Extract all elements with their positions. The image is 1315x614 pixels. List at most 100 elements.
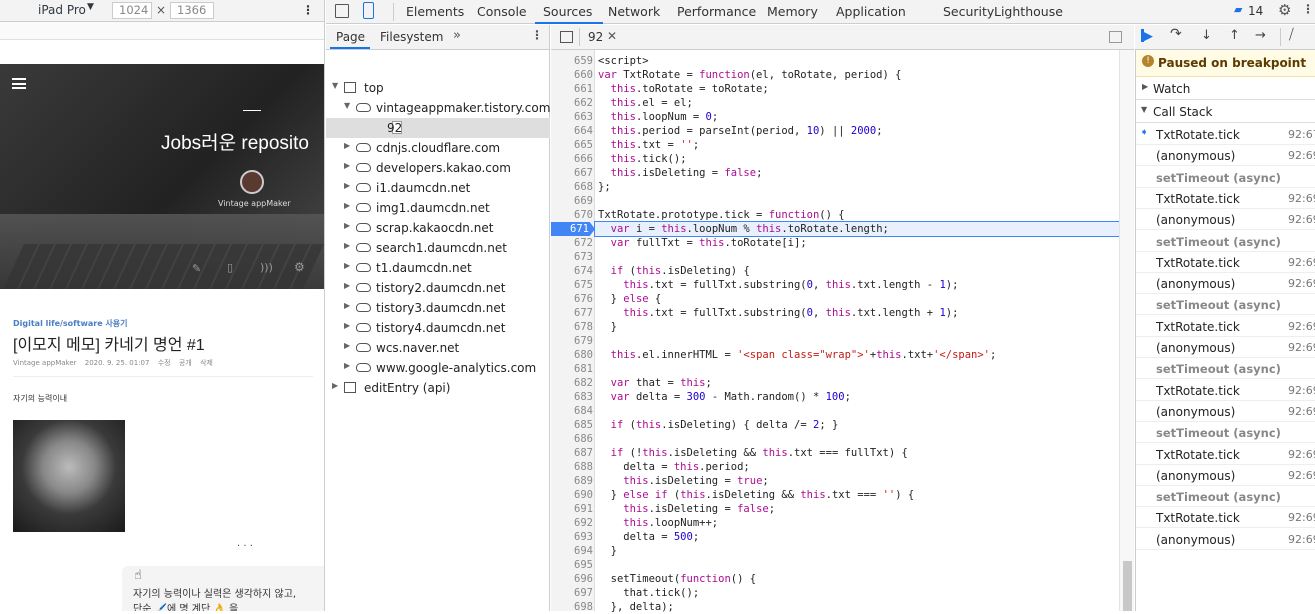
tree-item[interactable]: ▶ i1.daumcdn.net (326, 178, 550, 198)
collapse-icon[interactable]: ▼ (344, 101, 350, 110)
tree-item[interactable]: ▶ developers.kakao.com (326, 158, 550, 178)
tree-item[interactable]: ▶ www.google-analytics.com (326, 358, 550, 378)
watch-section[interactable]: ▶ Watch (1136, 78, 1315, 100)
tab-security[interactable]: Security (943, 4, 994, 19)
meta-edit[interactable]: 수정 (158, 359, 171, 367)
line-number[interactable]: 675 (551, 278, 593, 292)
tab-lighthouse[interactable]: Lighthouse (994, 4, 1063, 19)
expand-icon[interactable]: ▶ (344, 241, 350, 250)
device-select[interactable]: iPad Pro (38, 3, 86, 17)
line-number[interactable]: 693 (551, 530, 593, 544)
tree-item[interactable]: ▶ t1.daumcdn.net (326, 258, 550, 278)
settings-gear-icon[interactable]: ⚙ (1278, 1, 1291, 19)
tree-item[interactable]: ▶ img1.daumcdn.net (326, 198, 550, 218)
call-stack-section[interactable]: ▼ Call Stack (1136, 101, 1315, 123)
step-out-icon[interactable]: ↑ (1229, 28, 1240, 43)
tab-sources[interactable]: Sources (543, 4, 592, 19)
call-frame[interactable]: ➧ TxtRotate.tick 92:67 (1136, 124, 1315, 145)
line-number[interactable]: 673 (551, 250, 593, 264)
frame-location[interactable]: 92:67 (1288, 128, 1315, 141)
meta-public[interactable]: 공개 (179, 359, 192, 367)
line-number[interactable]: 685 (551, 418, 593, 432)
toggle-debugger-icon[interactable] (1109, 31, 1122, 43)
frame-location[interactable]: 92:69 (1288, 213, 1315, 226)
line-number[interactable]: 665 (551, 138, 593, 152)
call-frame[interactable]: TxtRotate.tick 92:69 (1136, 316, 1315, 337)
height-input[interactable]: 1366 (170, 2, 214, 19)
line-number[interactable]: 681 (551, 362, 593, 376)
call-frame[interactable]: TxtRotate.tick 92:69 (1136, 380, 1315, 401)
frame-location[interactable]: 92:69 (1288, 320, 1315, 333)
line-number[interactable]: 671 (551, 222, 595, 236)
resume-icon[interactable]: ▶ (1143, 29, 1153, 44)
line-number[interactable]: 687 (551, 446, 593, 460)
line-number[interactable]: 682 (551, 376, 593, 390)
expand-icon[interactable]: ▶ (344, 301, 350, 310)
more-tabs-icon[interactable]: » (453, 28, 461, 43)
step-over-icon[interactable]: ↷ (1170, 26, 1182, 42)
line-number[interactable]: 691 (551, 502, 593, 516)
line-number[interactable]: 690 (551, 488, 593, 502)
rss-icon[interactable]: ))) (260, 261, 273, 274)
expand-icon[interactable]: ▶ (344, 321, 350, 330)
line-number[interactable]: 676 (551, 292, 593, 306)
line-number[interactable]: 661 (551, 82, 593, 96)
expand-icon[interactable]: ▶ (344, 181, 350, 190)
call-frame[interactable]: TxtRotate.tick 92:69 (1136, 188, 1315, 209)
line-number[interactable]: 666 (551, 152, 593, 166)
tree-item[interactable]: ▶ tistory2.daumcdn.net (326, 278, 550, 298)
avatar[interactable] (240, 170, 264, 194)
tree-item[interactable]: ▶ wcs.naver.net (326, 338, 550, 358)
frame-location[interactable]: 92:69 (1288, 384, 1315, 397)
blog-title[interactable]: Jobs러운 reposito (161, 128, 309, 155)
call-stack-label[interactable]: Call Stack (1153, 105, 1212, 119)
line-number[interactable]: 694 (551, 544, 593, 558)
line-number[interactable]: 679 (551, 334, 593, 348)
watch-label[interactable]: Watch (1153, 82, 1190, 96)
file-tab-92[interactable]: 92 (588, 30, 603, 44)
frame-location[interactable]: 92:69 (1288, 192, 1315, 205)
tree-item[interactable]: ▼ top (326, 78, 550, 98)
line-number[interactable]: 692 (551, 516, 593, 530)
line-number[interactable]: 680 (551, 348, 593, 362)
editor-scrollbar[interactable] (1119, 50, 1134, 611)
step-icon[interactable]: → (1255, 28, 1266, 43)
line-number[interactable]: 688 (551, 460, 593, 474)
call-frame[interactable]: (anonymous) 92:69 (1136, 529, 1315, 550)
mobile-icon[interactable]: ▯ (227, 261, 233, 274)
call-frame[interactable]: (anonymous) 92:69 (1136, 209, 1315, 231)
line-number[interactable]: 659 (551, 54, 593, 68)
tab-filesystem[interactable]: Filesystem (380, 30, 443, 44)
pencil-icon[interactable]: ✎ (192, 262, 201, 275)
tab-page[interactable]: Page (336, 30, 365, 44)
device-dropdown-icon[interactable]: ▼ (87, 2, 94, 12)
collapse-icon[interactable]: ▼ (332, 81, 338, 90)
frame-location[interactable]: 92:69 (1288, 277, 1315, 290)
tree-item[interactable]: ▶ tistory4.daumcdn.net (326, 318, 550, 338)
tab-performance[interactable]: Performance (677, 4, 756, 19)
line-number[interactable]: 667 (551, 166, 593, 180)
tree-item[interactable]: ▶ scrap.kakaocdn.net (326, 218, 550, 238)
device-toggle-icon[interactable] (363, 2, 374, 19)
line-number[interactable]: 662 (551, 96, 593, 110)
hamburger-menu-icon[interactable] (12, 78, 26, 89)
tree-item[interactable]: ▶ tistory3.daumcdn.net (326, 298, 550, 318)
call-frame[interactable]: TxtRotate.tick 92:69 (1136, 444, 1315, 465)
line-number[interactable]: 670 (551, 208, 593, 222)
line-number[interactable]: 695 (551, 558, 593, 572)
tree-item[interactable]: ▶ search1.daumcdn.net (326, 238, 550, 258)
width-input[interactable]: 1024 (112, 2, 152, 19)
call-frame[interactable]: (anonymous) 92:69 (1136, 145, 1315, 167)
call-stack-collapse-icon[interactable]: ▼ (1141, 105, 1147, 114)
frame-location[interactable]: 92:69 (1288, 448, 1315, 461)
tree-item[interactable]: ▼ vintageappmaker.tistory.com (326, 98, 550, 118)
meta-delete[interactable]: 삭제 (200, 359, 213, 367)
expand-icon[interactable]: ▶ (344, 341, 350, 350)
line-number[interactable]: 697 (551, 586, 593, 600)
tab-elements[interactable]: Elements (406, 4, 464, 19)
line-number[interactable]: 674 (551, 264, 593, 278)
line-number[interactable]: 677 (551, 306, 593, 320)
call-frame[interactable]: (anonymous) 92:69 (1136, 273, 1315, 295)
tree-item[interactable]: 92 (326, 118, 550, 138)
line-number[interactable]: 684 (551, 404, 593, 418)
